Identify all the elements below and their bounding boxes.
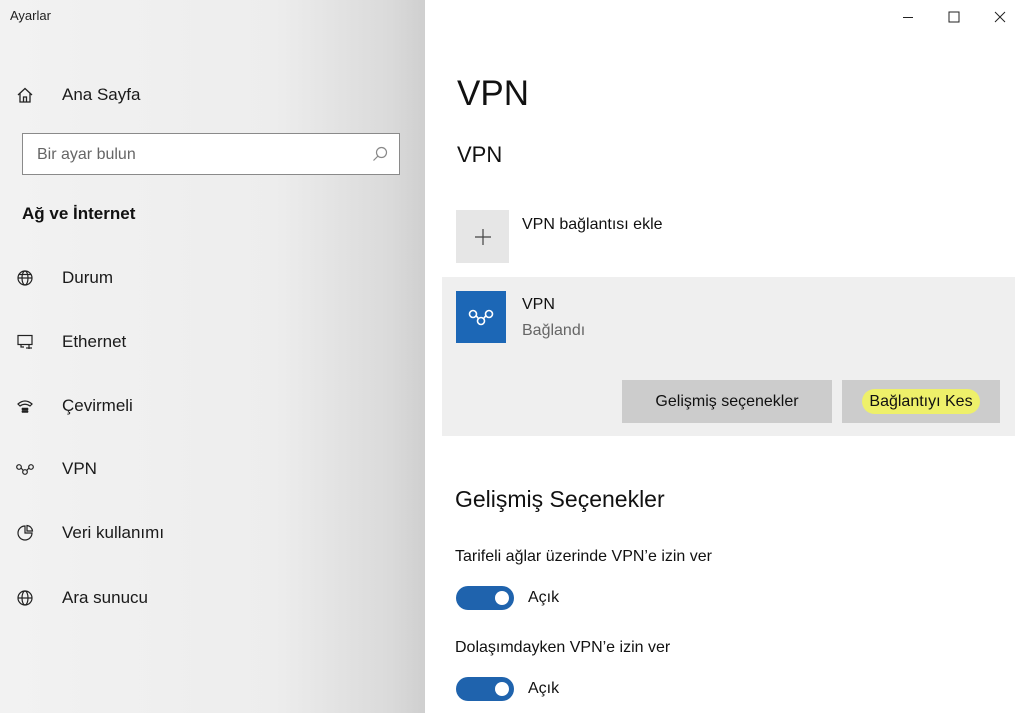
proxy-globe-icon	[12, 589, 38, 607]
close-button[interactable]	[977, 0, 1023, 34]
sidebar-item-label: Veri kullanımı	[62, 523, 165, 542]
advanced-options-button[interactable]: Gelişmiş seçenekler	[622, 380, 832, 423]
status-globe-icon	[12, 269, 38, 287]
sidebar: Ayarlar Ana Sayfa Ağ ve İnternet Durum	[0, 0, 425, 713]
vpn-connection-card[interactable]: VPN Bağlandı Gelişmiş seçenekler Bağlant…	[442, 277, 1015, 436]
sidebar-item-status[interactable]: Durum	[12, 258, 402, 298]
window-controls	[885, 0, 1023, 34]
search-icon[interactable]	[371, 145, 389, 168]
sidebar-item-home[interactable]: Ana Sayfa	[12, 75, 402, 115]
add-icon	[456, 210, 509, 263]
vpn-connection-name: VPN	[522, 296, 555, 313]
sidebar-item-dialup[interactable]: Çevirmeli	[12, 386, 402, 426]
sidebar-item-home-label: Ana Sayfa	[62, 85, 141, 104]
sidebar-item-label: Ara sunucu	[62, 588, 148, 607]
sidebar-item-label: VPN	[62, 459, 97, 478]
app-title: Ayarlar	[10, 8, 51, 23]
vpn-icon	[12, 462, 38, 476]
roaming-state: Açık	[528, 680, 560, 697]
dialup-phone-icon	[12, 397, 38, 415]
toggle-knob	[495, 591, 509, 605]
minimize-button[interactable]	[885, 0, 931, 34]
page-title: VPN	[457, 74, 529, 113]
maximize-button[interactable]	[931, 0, 977, 34]
sidebar-item-label: Ethernet	[62, 332, 127, 351]
home-icon	[12, 86, 38, 104]
close-icon	[994, 11, 1006, 23]
metered-networks-toggle[interactable]	[456, 586, 514, 610]
toggle-knob	[495, 682, 509, 696]
data-usage-icon	[12, 524, 38, 542]
roaming-toggle[interactable]	[456, 677, 514, 701]
sidebar-item-ethernet[interactable]: Ethernet	[12, 322, 402, 362]
search-input[interactable]	[35, 134, 359, 176]
sidebar-item-data-usage[interactable]: Veri kullanımı	[12, 513, 402, 553]
ethernet-icon	[12, 333, 38, 351]
metered-networks-state: Açık	[528, 589, 560, 606]
maximize-icon	[948, 11, 960, 23]
minimize-icon	[903, 17, 913, 18]
search-box	[22, 133, 400, 176]
add-vpn-connection-label: VPN bağlantısı ekle	[522, 216, 663, 233]
sidebar-item-label: Durum	[62, 268, 114, 287]
vpn-section-title: VPN	[457, 142, 503, 167]
roaming-label: Dolaşımdayken VPN’e izin ver	[455, 639, 671, 656]
vpn-connection-status: Bağlandı	[522, 322, 586, 339]
sidebar-item-label: Çevirmeli	[62, 396, 133, 415]
disconnect-button[interactable]: Bağlantıyı Kes	[842, 380, 1000, 423]
disconnect-button-label: Bağlantıyı Kes	[862, 388, 980, 414]
section-title: Ağ ve İnternet	[22, 204, 136, 223]
metered-networks-label: Tarifeli ağlar üzerinde VPN’e izin ver	[455, 548, 712, 565]
add-vpn-connection-button[interactable]: VPN bağlantısı ekle	[456, 210, 876, 264]
sidebar-item-vpn[interactable]: VPN	[12, 449, 402, 489]
sidebar-item-proxy[interactable]: Ara sunucu	[12, 578, 402, 618]
advanced-options-title: Gelişmiş Seçenekler	[455, 486, 665, 512]
vpn-connection-icon	[456, 291, 506, 343]
